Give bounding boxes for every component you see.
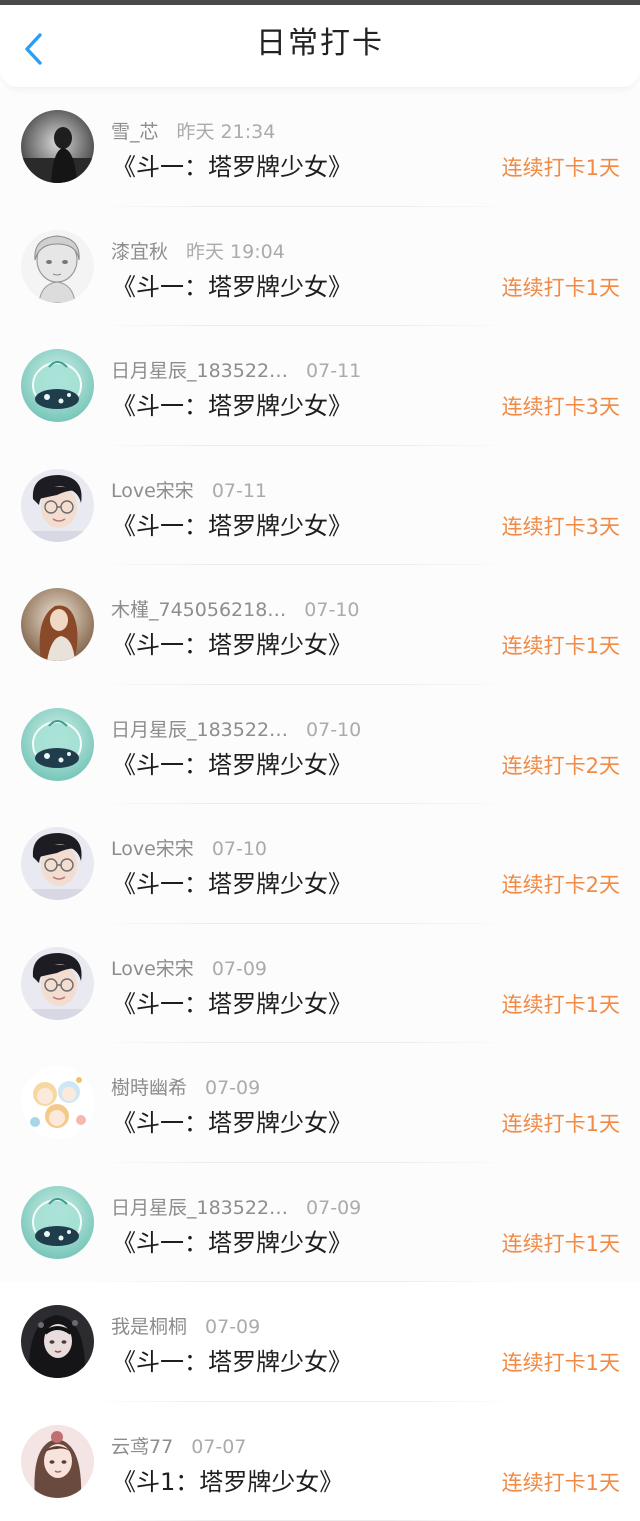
avatar[interactable] — [21, 1066, 94, 1139]
checkin-meta: 日月星辰_183522… 07-10 — [111, 715, 361, 742]
nav-header: 日常打卡 — [0, 5, 640, 87]
checkin-meta: Love宋宋 07-11 — [111, 476, 267, 503]
user-name[interactable]: 云鸢77 — [111, 1436, 173, 1458]
user-name[interactable]: 木槿_745056218… — [111, 599, 286, 621]
user-name[interactable]: 日月星辰_183522… — [111, 1197, 288, 1219]
streak-label: 连续打卡3天 — [501, 395, 620, 419]
streak-label: 连续打卡1天 — [501, 1351, 620, 1375]
avatar[interactable] — [21, 707, 94, 781]
streak-label: 连续打卡1天 — [501, 1470, 620, 1495]
checkin-time: 07-11 — [306, 360, 362, 382]
list-item[interactable]: 漆宜秋 昨天 19:04 《斗一：塔罗牌少女》 连续打卡1天 — [0, 206, 640, 326]
avatar[interactable] — [21, 110, 94, 183]
checkin-meta: Love宋宋 07-09 — [111, 954, 267, 981]
avatar[interactable] — [21, 1185, 94, 1259]
avatar[interactable] — [21, 946, 94, 1020]
checkin-time: 07-07 — [191, 1435, 247, 1458]
list-item[interactable]: 云鸢77 07-07 《斗1：塔罗牌少女》 连续打卡1天 — [0, 1401, 640, 1521]
list-item[interactable]: Love宋宋 07-11 《斗一：塔罗牌少女》 连续打卡3天 — [0, 445, 640, 565]
avatar[interactable] — [21, 1305, 94, 1378]
checkin-meta: 樹時幽希 07-09 — [111, 1073, 260, 1100]
checkin-list: 雪_芯 昨天 21:34 《斗一：塔罗牌少女》 连续打卡1天 漆宜秋 昨天 19:04 《斗… — [0, 87, 640, 1521]
book-title[interactable]: 《斗一：塔罗牌少女》 — [112, 625, 352, 660]
checkin-time: 07-09 — [205, 1077, 261, 1099]
list-item[interactable]: 樹時幽希 07-09 《斗一：塔罗牌少女》 连续打卡1天 — [0, 1043, 640, 1163]
book-title[interactable]: 《斗一：塔罗牌少女》 — [112, 864, 352, 899]
checkin-time: 07-11 — [211, 479, 268, 502]
user-name[interactable]: 日月星辰_183522… — [111, 719, 288, 741]
avatar[interactable] — [21, 468, 94, 542]
avatar[interactable] — [21, 1424, 94, 1498]
checkin-meta: 日月星辰_183522… 07-09 — [111, 1193, 361, 1220]
checkin-time: 07-10 — [211, 838, 268, 860]
checkin-time: 07-09 — [211, 957, 268, 980]
page-title: 日常打卡 — [256, 26, 384, 61]
list-item[interactable]: 日月星辰_183522… 07-11 《斗一：塔罗牌少女》 连续打卡3天 — [0, 326, 640, 446]
avatar[interactable] — [21, 349, 94, 422]
streak-label: 连续打卡1天 — [501, 156, 620, 180]
avatar[interactable] — [21, 827, 94, 900]
streak-label: 连续打卡2天 — [501, 753, 620, 778]
list-item[interactable]: 我是桐桐 07-09 《斗一：塔罗牌少女》 连续打卡1天 — [0, 1282, 640, 1402]
checkin-meta: 木槿_745056218… 07-10 — [111, 595, 360, 622]
streak-label: 连续打卡1天 — [501, 1231, 620, 1256]
user-name[interactable]: 漆宜秋 — [111, 241, 168, 263]
book-title[interactable]: 《斗一：塔罗牌少女》 — [112, 745, 352, 780]
checkin-meta: 我是桐桐 07-09 — [111, 1312, 260, 1339]
user-name[interactable]: Love宋宋 — [111, 838, 194, 860]
book-title[interactable]: 《斗一：塔罗牌少女》 — [112, 1223, 352, 1258]
book-title[interactable]: 《斗一：塔罗牌少女》 — [112, 386, 352, 421]
checkin-meta: Love宋宋 07-10 — [111, 834, 267, 861]
book-title[interactable]: 《斗一：塔罗牌少女》 — [112, 1342, 352, 1377]
user-name[interactable]: 雪_芯 — [111, 121, 159, 143]
book-title[interactable]: 《斗1：塔罗牌少女》 — [112, 1462, 343, 1497]
checkin-time: 07-10 — [304, 599, 360, 621]
streak-label: 连续打卡1天 — [501, 1112, 620, 1136]
book-title[interactable]: 《斗一：塔罗牌少女》 — [112, 1103, 352, 1138]
list-item[interactable]: Love宋宋 07-10 《斗一：塔罗牌少女》 连续打卡2天 — [0, 804, 640, 924]
checkin-time: 昨天 21:34 — [176, 121, 276, 143]
list-item[interactable]: 木槿_745056218… 07-10 《斗一：塔罗牌少女》 连续打卡1天 — [0, 565, 640, 685]
user-name[interactable]: 我是桐桐 — [111, 1316, 187, 1338]
checkin-time: 07-09 — [306, 1196, 362, 1219]
streak-label: 连续打卡1天 — [501, 992, 620, 1017]
streak-label: 连续打卡1天 — [501, 634, 620, 658]
list-item[interactable]: Love宋宋 07-09 《斗一：塔罗牌少女》 连续打卡1天 — [0, 923, 640, 1043]
user-name[interactable]: Love宋宋 — [111, 480, 194, 502]
user-name[interactable]: 日月星辰_183522… — [111, 360, 288, 382]
checkin-time: 07-09 — [205, 1316, 261, 1338]
checkin-meta: 云鸢77 07-07 — [111, 1432, 246, 1459]
avatar[interactable] — [21, 229, 94, 303]
streak-label: 连续打卡3天 — [501, 514, 620, 539]
streak-label: 连续打卡2天 — [501, 873, 620, 897]
user-name[interactable]: Love宋宋 — [111, 958, 194, 980]
list-item[interactable]: 日月星辰_183522… 07-09 《斗一：塔罗牌少女》 连续打卡1天 — [0, 1162, 640, 1282]
checkin-time: 07-10 — [306, 718, 362, 741]
back-button[interactable] — [14, 29, 54, 69]
checkin-meta: 雪_芯 昨天 21:34 — [111, 117, 275, 144]
list-item[interactable]: 日月星辰_183522… 07-10 《斗一：塔罗牌少女》 连续打卡2天 — [0, 684, 640, 804]
chevron-left-icon — [25, 33, 42, 65]
book-title[interactable]: 《斗一：塔罗牌少女》 — [112, 506, 352, 541]
book-title[interactable]: 《斗一：塔罗牌少女》 — [112, 147, 352, 182]
checkin-meta: 漆宜秋 昨天 19:04 — [111, 237, 285, 264]
streak-label: 连续打卡1天 — [501, 275, 620, 300]
list-item[interactable]: 雪_芯 昨天 21:34 《斗一：塔罗牌少女》 连续打卡1天 — [0, 87, 640, 207]
user-name[interactable]: 樹時幽希 — [111, 1077, 187, 1099]
checkin-meta: 日月星辰_183522… 07-11 — [111, 356, 361, 383]
book-title[interactable]: 《斗一：塔罗牌少女》 — [112, 984, 352, 1019]
checkin-time: 昨天 19:04 — [186, 240, 285, 263]
book-title[interactable]: 《斗一：塔罗牌少女》 — [112, 267, 352, 302]
avatar[interactable] — [21, 588, 94, 661]
